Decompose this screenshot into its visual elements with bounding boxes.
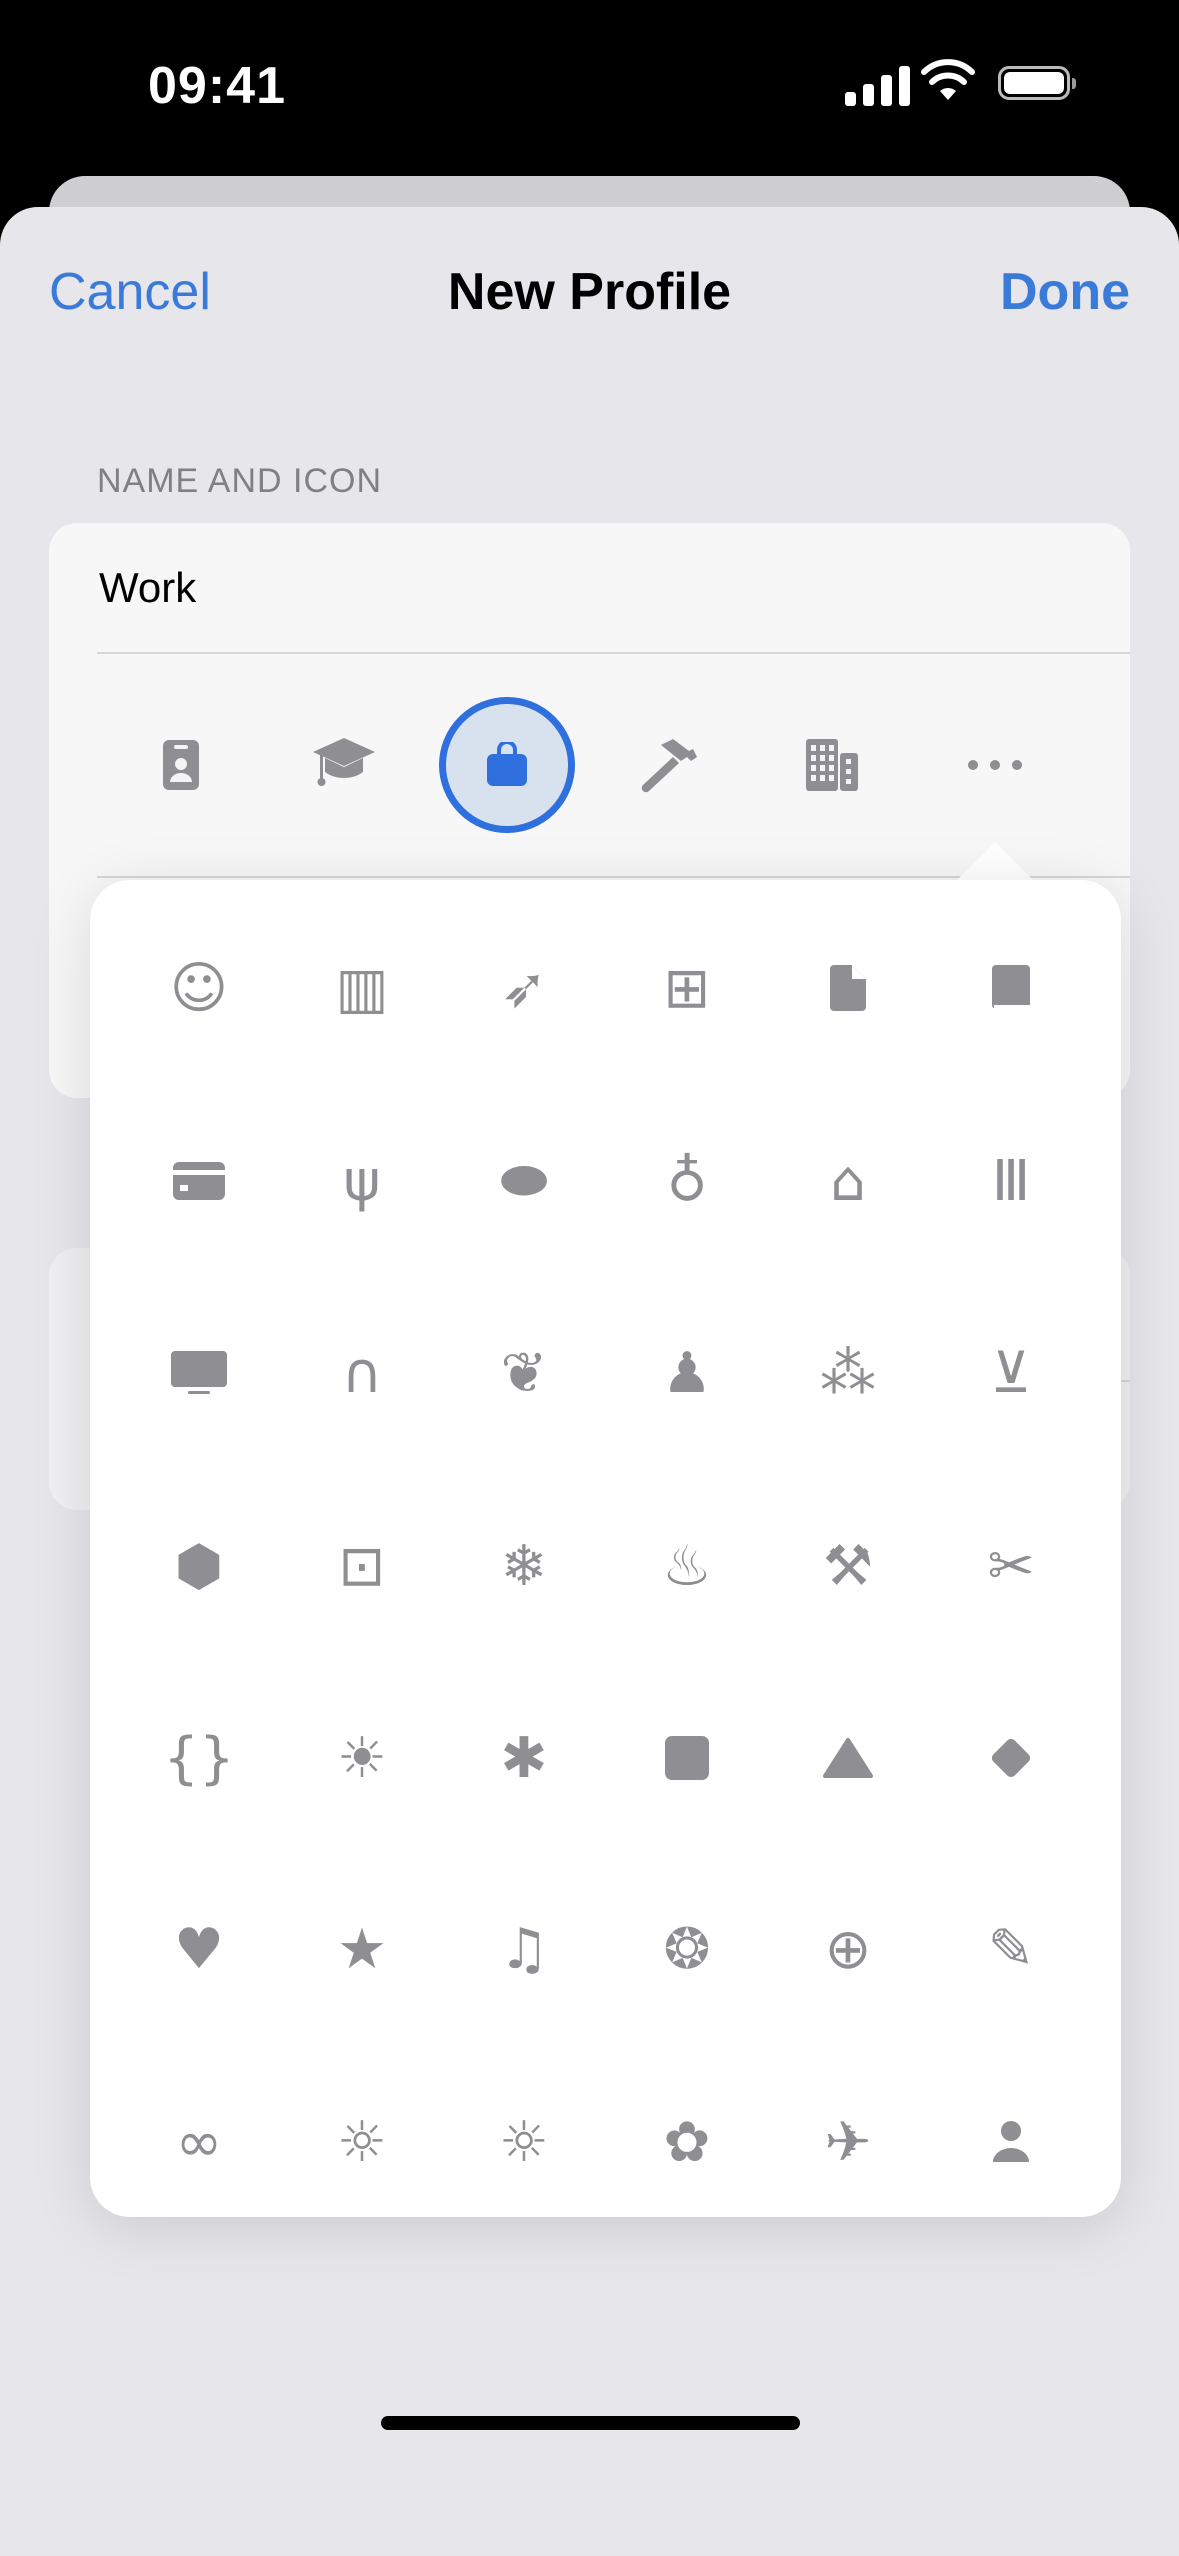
popover-arrow	[955, 842, 1035, 882]
flame-icon[interactable]: ♨	[627, 1506, 747, 1626]
person-badge-icon	[161, 738, 201, 792]
book-icon[interactable]	[951, 928, 1071, 1048]
diamond-icon[interactable]	[951, 1698, 1071, 1818]
airplane-departure-icon[interactable]: ✈	[788, 2082, 908, 2202]
globe-icon[interactable]: ⊕	[788, 1889, 908, 2009]
bank-icon[interactable]: Ⅲ	[951, 1121, 1071, 1241]
bicycle-icon[interactable]: ∞	[139, 2082, 259, 2202]
leaf-icon[interactable]: ❦	[464, 1313, 584, 1433]
cellular-signal-icon	[845, 64, 910, 106]
icon-picker-popover: ☺ ▥ ➶ ⊞ ψ ⬬ ♁ ⌂ Ⅲ ∩ ❦ ♟ ⁂ ⊻ ⬢ ⊡ ❄ ♨ ⚒ ✂ {} ☀ ✱ ♥ ★ ♫ ❂ ⊕ ✎ ∞ ☼ ☼ ✿ ✈	[90, 880, 1121, 2217]
tv-icon[interactable]	[139, 1313, 259, 1433]
divider	[97, 652, 1130, 654]
pencil-icon[interactable]: ✎	[951, 1889, 1071, 2009]
fork-knife-icon[interactable]: ψ	[302, 1121, 422, 1241]
gift-icon[interactable]: ⊞	[627, 928, 747, 1048]
document-icon[interactable]	[788, 928, 908, 1048]
palette-icon[interactable]: ❂	[627, 1889, 747, 2009]
scissors-icon[interactable]: ✂	[951, 1506, 1071, 1626]
curly-braces-icon[interactable]: {}	[139, 1698, 259, 1818]
credit-card-icon[interactable]	[139, 1121, 259, 1241]
home-indicator[interactable]	[381, 2416, 800, 2430]
ellipsis-icon	[965, 758, 1025, 772]
quick-icon-ellipsis[interactable]	[927, 697, 1063, 833]
sunset-icon[interactable]: ☼	[464, 2082, 584, 2202]
building-icon	[804, 737, 860, 793]
shipping-box-icon[interactable]: ⬢	[139, 1506, 259, 1626]
battery-icon	[998, 66, 1076, 100]
headphones-icon[interactable]: ∩	[302, 1313, 422, 1433]
house-icon[interactable]: ⌂	[788, 1121, 908, 1241]
books-icon[interactable]: ▥	[302, 928, 422, 1048]
tools-icon[interactable]: ⚒	[788, 1506, 908, 1626]
pawprint-icon[interactable]: ⁂	[788, 1313, 908, 1433]
cancel-button[interactable]: Cancel	[49, 262, 211, 322]
quick-icon-graduation-cap[interactable]	[276, 697, 412, 833]
section-header: NAME AND ICON	[97, 462, 383, 500]
snowflake-icon[interactable]: ❄	[464, 1506, 584, 1626]
lightbulb-icon[interactable]: ☀	[302, 1698, 422, 1818]
heart-icon[interactable]: ♥	[139, 1889, 259, 2009]
square-icon[interactable]	[627, 1698, 747, 1818]
profile-name-input[interactable]	[97, 563, 1051, 613]
quick-icon-person-badge[interactable]	[113, 697, 249, 833]
quick-icon-briefcase-bag-selected[interactable]	[439, 697, 575, 833]
flower-icon[interactable]: ✿	[627, 2082, 747, 2202]
stethoscope-icon[interactable]: ♁	[627, 1121, 747, 1241]
pills-icon[interactable]: ⬬	[464, 1121, 584, 1241]
hammer-icon	[639, 735, 699, 795]
wifi-icon	[921, 59, 975, 100]
guitars-icon[interactable]: ♫	[464, 1889, 584, 2009]
quick-icon-hammer[interactable]	[601, 697, 737, 833]
person-figure-icon[interactable]: ♟	[627, 1313, 747, 1433]
quick-icon-building[interactable]	[764, 697, 900, 833]
briefcase-bag-icon	[485, 742, 529, 788]
rocket-icon[interactable]: ➶	[464, 928, 584, 1048]
tram-icon[interactable]: ⊡	[302, 1506, 422, 1626]
asterisk-icon[interactable]: ✱	[464, 1698, 584, 1818]
status-time: 09:41	[148, 57, 286, 115]
person-icon[interactable]	[951, 2082, 1071, 2202]
sunrise-icon[interactable]: ☼	[302, 2082, 422, 2202]
graduation-cap-icon	[311, 734, 377, 796]
star-icon[interactable]: ★	[302, 1889, 422, 2009]
done-button[interactable]: Done	[1000, 262, 1130, 322]
cart-icon[interactable]: ⊻	[951, 1313, 1071, 1433]
smiley-face-icon[interactable]: ☺	[139, 928, 259, 1048]
triangle-icon[interactable]	[788, 1698, 908, 1818]
